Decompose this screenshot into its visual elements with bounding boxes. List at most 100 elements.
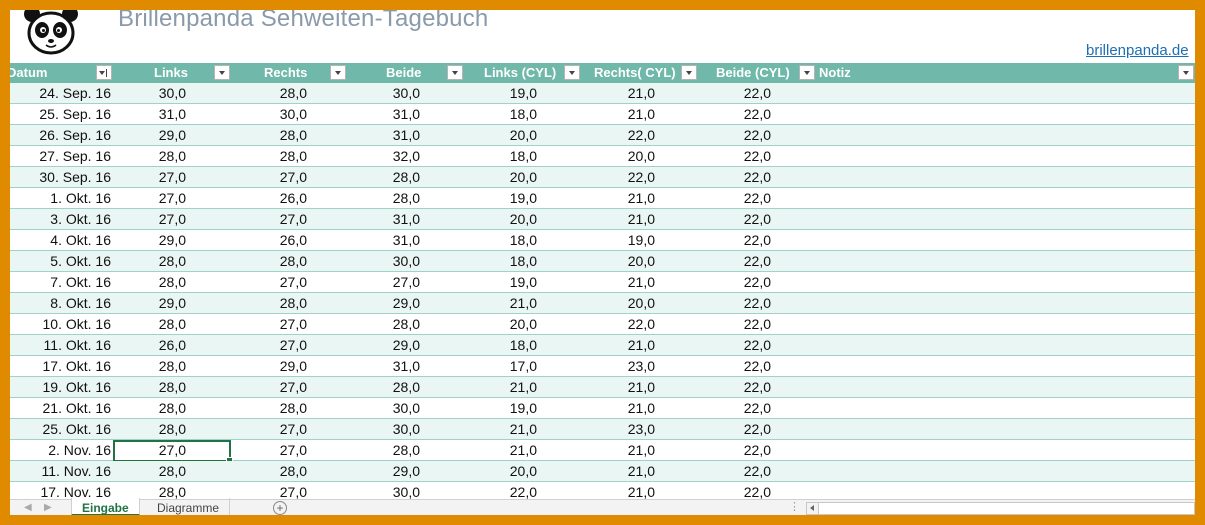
cell-links-cyl[interactable]: 21,0 [460,440,537,461]
cell-rechts-cyl[interactable]: 20,0 [580,251,655,272]
cell-notiz[interactable] [815,272,1195,293]
cell-links-cyl[interactable]: 18,0 [460,335,537,356]
cell-beide-cyl[interactable]: 22,0 [690,167,771,188]
cell-rechts[interactable]: 26,0 [230,230,307,251]
cell-notiz[interactable] [815,377,1195,398]
header-beide-cyl[interactable]: Beide (CYL) [716,63,790,83]
cell-beide[interactable]: 28,0 [340,188,420,209]
cell-links-cyl[interactable]: 18,0 [460,230,537,251]
cell-links[interactable]: 28,0 [110,251,186,272]
cell-rechts-cyl[interactable]: 21,0 [580,440,655,461]
tab-eingabe[interactable]: Eingabe [71,498,140,515]
cell-rechts-cyl[interactable]: 21,0 [580,83,655,104]
filter-dropdown-icon[interactable] [799,65,815,80]
cell-beide[interactable]: 28,0 [340,377,420,398]
cell-beide[interactable]: 27,0 [340,272,420,293]
cell-rechts[interactable]: 26,0 [230,188,307,209]
cell-beide-cyl[interactable]: 22,0 [690,125,771,146]
cell-rechts-cyl[interactable]: 21,0 [580,398,655,419]
header-notiz[interactable]: Notiz [819,63,851,83]
header-links-cyl[interactable]: Links (CYL) [484,63,556,83]
cell-notiz[interactable] [815,188,1195,209]
header-rechts-cyl[interactable]: Rechts( CYL) [594,63,676,83]
tab-diagramme[interactable]: Diagramme [147,498,231,515]
scroll-tabs-right-icon[interactable]: ▶ [44,502,52,513]
cell-beide-cyl[interactable]: 22,0 [690,104,771,125]
filter-dropdown-icon[interactable] [214,65,230,80]
cell-datum[interactable]: 17. Okt. 16 [10,356,111,377]
cell-links-cyl[interactable]: 20,0 [460,314,537,335]
cell-notiz[interactable] [815,209,1195,230]
cell-rechts[interactable]: 28,0 [230,293,307,314]
horizontal-scrollbar[interactable] [806,502,1195,515]
cell-rechts-cyl[interactable]: 21,0 [580,461,655,482]
cell-beide-cyl[interactable]: 22,0 [690,377,771,398]
cell-notiz[interactable] [815,293,1195,314]
cell-links-cyl[interactable]: 20,0 [460,125,537,146]
cell-beide[interactable]: 31,0 [340,230,420,251]
cell-beide-cyl[interactable]: 22,0 [690,440,771,461]
cell-rechts-cyl[interactable]: 22,0 [580,167,655,188]
cell-rechts[interactable]: 28,0 [230,251,307,272]
cell-rechts[interactable]: 27,0 [230,209,307,230]
cell-datum[interactable]: 30. Sep. 16 [10,167,111,188]
cell-rechts[interactable]: 28,0 [230,83,307,104]
filter-dropdown-icon[interactable] [564,65,580,80]
cell-beide-cyl[interactable]: 22,0 [690,419,771,440]
filter-dropdown-icon[interactable] [447,65,463,80]
cell-links-cyl[interactable]: 18,0 [460,104,537,125]
cell-beide[interactable]: 30,0 [340,83,420,104]
website-link[interactable]: brillenpanda.de [1086,42,1189,59]
cell-links[interactable]: 28,0 [110,272,186,293]
cell-beide-cyl[interactable]: 22,0 [690,314,771,335]
cell-notiz[interactable] [815,83,1195,104]
cell-datum[interactable]: 21. Okt. 16 [10,398,111,419]
cell-notiz[interactable] [815,251,1195,272]
cell-beide[interactable]: 31,0 [340,125,420,146]
cell-beide[interactable]: 31,0 [340,356,420,377]
cell-datum[interactable]: 4. Okt. 16 [10,230,111,251]
cell-notiz[interactable] [815,314,1195,335]
cell-rechts-cyl[interactable]: 21,0 [580,272,655,293]
cell-beide[interactable]: 28,0 [340,440,420,461]
cell-rechts[interactable]: 27,0 [230,377,307,398]
cell-beide-cyl[interactable]: 22,0 [690,230,771,251]
cell-beide[interactable]: 30,0 [340,419,420,440]
cell-links-cyl[interactable]: 20,0 [460,209,537,230]
cell-links-cyl[interactable]: 17,0 [460,356,537,377]
cell-beide-cyl[interactable]: 22,0 [690,461,771,482]
cell-notiz[interactable] [815,104,1195,125]
cell-beide-cyl[interactable]: 22,0 [690,251,771,272]
cell-rechts-cyl[interactable]: 23,0 [580,419,655,440]
cell-links-cyl[interactable]: 21,0 [460,293,537,314]
cell-beide-cyl[interactable]: 22,0 [690,209,771,230]
cell-rechts[interactable]: 28,0 [230,398,307,419]
cell-links[interactable]: 27,0 [110,188,186,209]
cell-links[interactable]: 29,0 [110,230,186,251]
cell-rechts-cyl[interactable]: 20,0 [580,146,655,167]
cell-notiz[interactable] [815,440,1195,461]
cell-datum[interactable]: 8. Okt. 16 [10,293,111,314]
filter-dropdown-icon[interactable] [681,65,697,80]
cell-links-cyl[interactable]: 20,0 [460,167,537,188]
cell-datum[interactable]: 26. Sep. 16 [10,125,111,146]
cell-links[interactable]: 28,0 [110,419,186,440]
cell-links-cyl[interactable]: 21,0 [460,377,537,398]
cell-rechts[interactable]: 27,0 [230,440,307,461]
cell-notiz[interactable] [815,335,1195,356]
scroll-left-icon[interactable] [807,503,819,514]
cell-datum[interactable]: 3. Okt. 16 [10,209,111,230]
cell-links[interactable]: 28,0 [110,377,186,398]
cell-rechts-cyl[interactable]: 20,0 [580,293,655,314]
cell-rechts-cyl[interactable]: 23,0 [580,356,655,377]
cell-links-cyl[interactable]: 18,0 [460,146,537,167]
cell-beide-cyl[interactable]: 22,0 [690,293,771,314]
cell-rechts-cyl[interactable]: 21,0 [580,377,655,398]
cell-rechts-cyl[interactable]: 21,0 [580,209,655,230]
cell-rechts[interactable]: 29,0 [230,356,307,377]
cell-links-cyl[interactable]: 21,0 [460,419,537,440]
cell-beide-cyl[interactable]: 22,0 [690,335,771,356]
cell-rechts-cyl[interactable]: 22,0 [580,125,655,146]
cell-beide[interactable]: 30,0 [340,398,420,419]
cell-beide-cyl[interactable]: 22,0 [690,146,771,167]
